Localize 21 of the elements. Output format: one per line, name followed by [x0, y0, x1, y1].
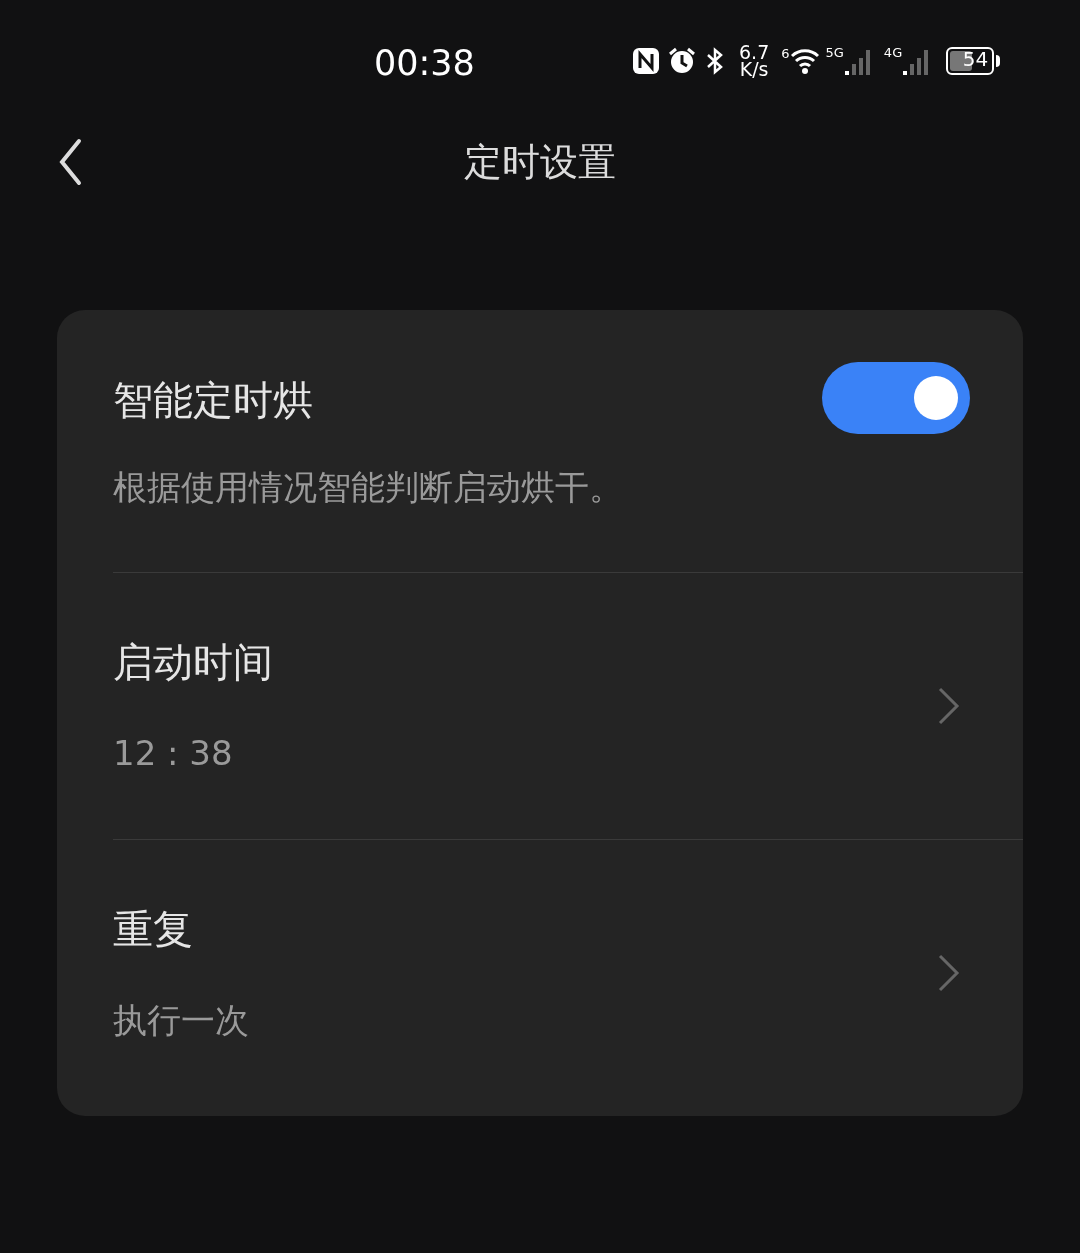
network-label: 5G [825, 46, 844, 60]
setting-title: 启动时间 [113, 638, 273, 687]
network-label: 4G [883, 46, 903, 60]
nfc-icon [631, 46, 661, 76]
speed-unit: K/s [739, 61, 769, 78]
alarm-icon [667, 46, 697, 76]
clock-time: 00:38 [374, 42, 475, 84]
chevron-right-icon [937, 686, 961, 726]
speed-value: 6.7 [739, 44, 770, 61]
back-icon [58, 138, 82, 186]
chevron-right-icon [937, 953, 961, 993]
battery-icon [946, 47, 1001, 75]
wifi-icon [789, 47, 820, 75]
page-title: 定时设置 [464, 139, 616, 186]
wifi-label: 6 [781, 47, 790, 61]
setting-title: 智能定时烘 [113, 376, 313, 425]
setting-title: 重复 [113, 905, 193, 954]
setting-value: 执行一次 [113, 999, 249, 1042]
setting-value: 12 : 38 [113, 732, 233, 775]
setting-description: 根据使用情况智能判断启动烘干。 [113, 466, 623, 509]
battery-percent: 54 [962, 48, 989, 70]
